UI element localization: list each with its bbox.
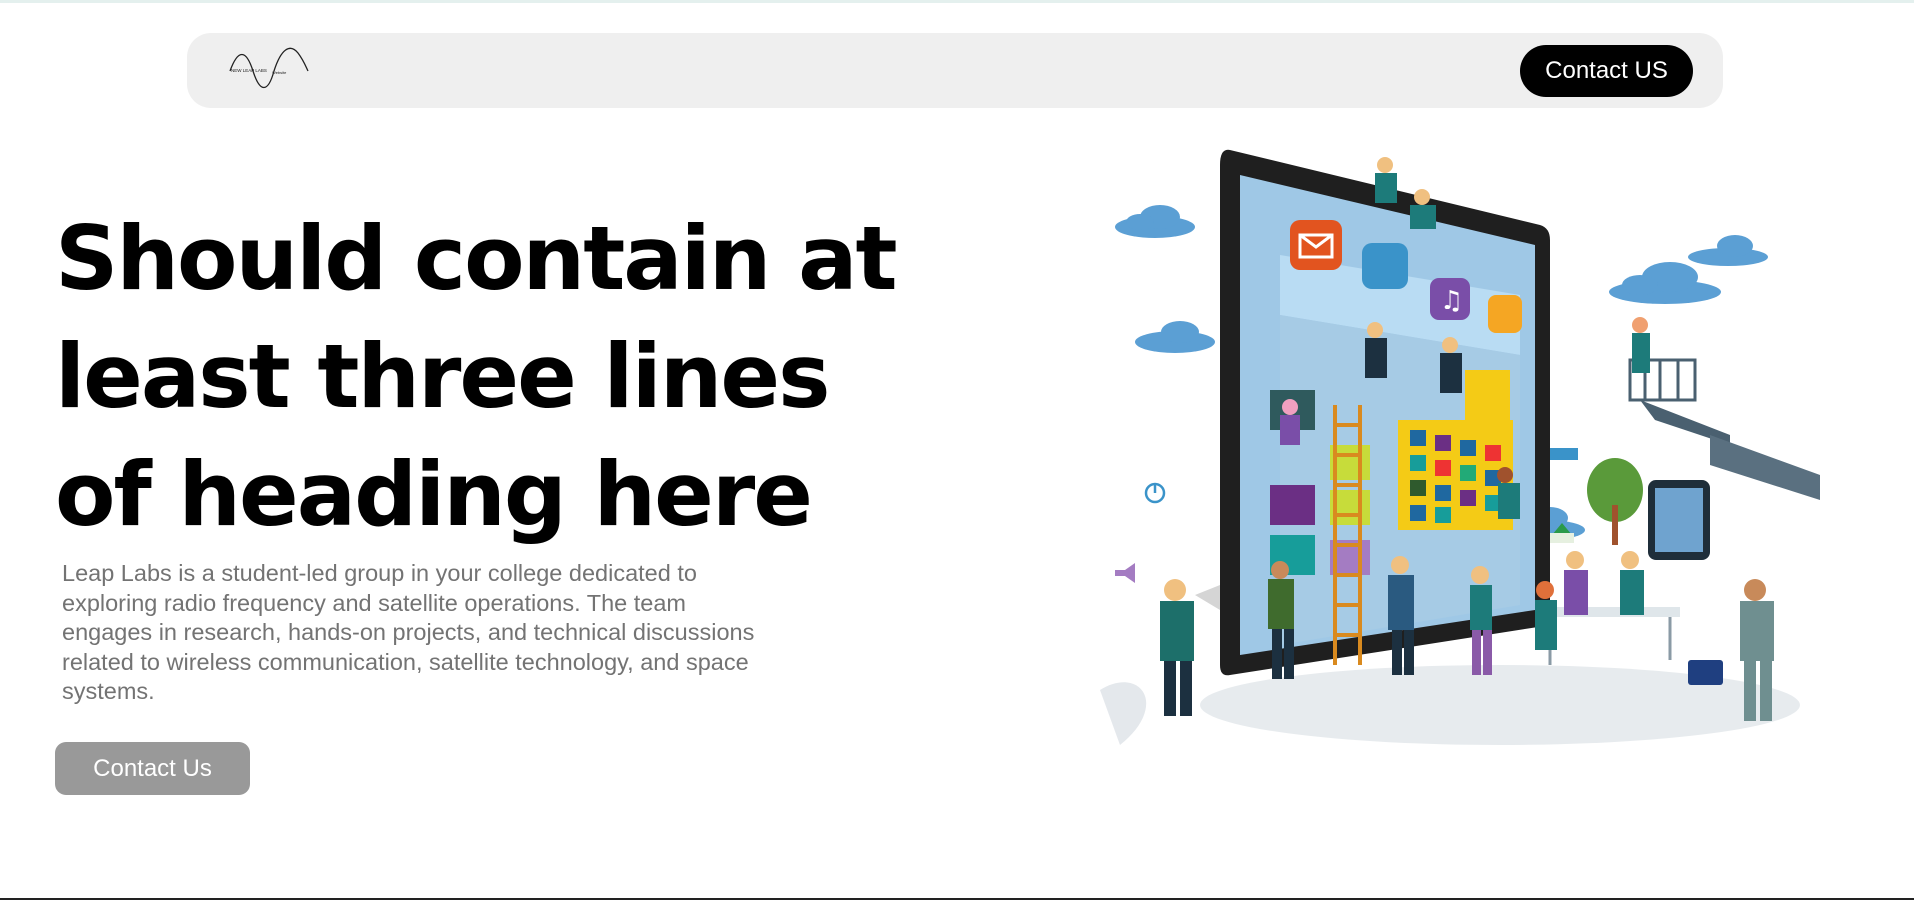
hero-heading-line-3: of heading here bbox=[55, 443, 813, 546]
nav-contact-button[interactable]: Contact US bbox=[1520, 45, 1693, 97]
hero-contact-button[interactable]: Contact Us bbox=[55, 742, 250, 795]
top-divider bbox=[0, 0, 1914, 3]
logo-subtext: Website bbox=[272, 70, 287, 75]
hero-heading-line-1: Should contain at bbox=[55, 207, 898, 310]
megaphone-icon bbox=[1195, 585, 1220, 610]
app-grid bbox=[1398, 420, 1513, 530]
navbar: NEW LEAP LABS Website Contact US bbox=[187, 33, 1723, 108]
book-icon bbox=[1550, 448, 1578, 460]
hero-heading: Should contain at least three lines of h… bbox=[55, 200, 955, 554]
hero-illustration: ♫ bbox=[1100, 149, 1820, 745]
speaker-icon bbox=[1115, 563, 1135, 583]
mail-icon bbox=[1290, 220, 1342, 270]
briefcase-icon bbox=[1688, 660, 1723, 685]
logo-text: NEW LEAP LABS bbox=[231, 68, 267, 73]
bird-icon bbox=[1362, 243, 1408, 289]
svg-text:♫: ♫ bbox=[1440, 286, 1463, 316]
hero-description: Leap Labs is a student-led group in your… bbox=[62, 560, 755, 704]
table bbox=[1540, 607, 1680, 617]
calendar-icon bbox=[1488, 295, 1522, 333]
hero-heading-line-2: least three lines bbox=[55, 325, 830, 428]
site-logo[interactable]: NEW LEAP LABS Website bbox=[226, 41, 316, 101]
